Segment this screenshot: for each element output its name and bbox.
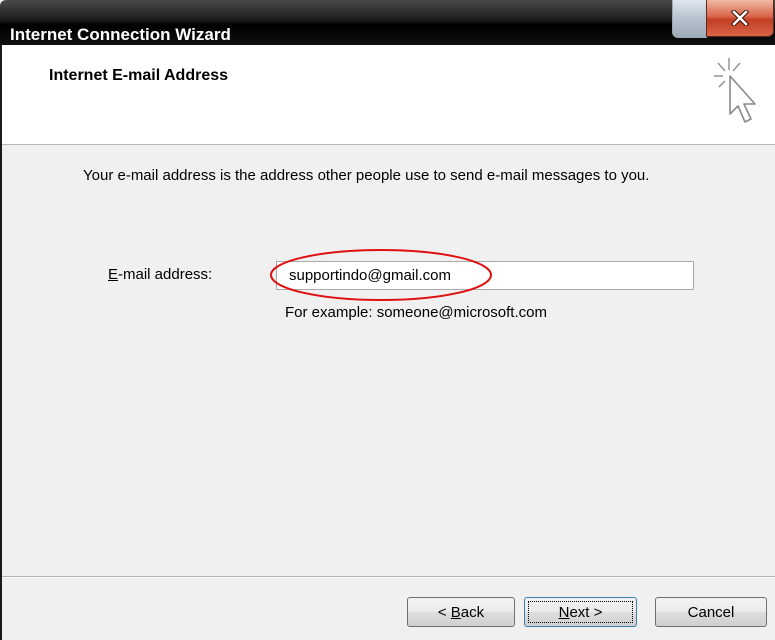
back-prefix: < bbox=[437, 603, 447, 621]
wizard-header: Internet E-mail Address bbox=[2, 45, 775, 145]
wizard-footer: < Back Next > Cancel bbox=[2, 576, 775, 640]
email-field[interactable] bbox=[276, 261, 694, 290]
cancel-button[interactable]: Cancel bbox=[655, 597, 767, 627]
back-label: ack bbox=[460, 603, 485, 621]
title-bar[interactable]: Internet Connection Wizard bbox=[0, 0, 775, 45]
back-button[interactable]: < Back bbox=[407, 597, 515, 627]
example-hint: For example: someone@microsoft.com bbox=[285, 304, 547, 321]
email-label-text: -mail address: bbox=[118, 266, 213, 283]
description-text: Your e-mail address is the address other… bbox=[83, 167, 650, 184]
page-title: Internet E-mail Address bbox=[49, 67, 229, 84]
caption-buttons bbox=[672, 0, 775, 38]
email-label: E-mail address: bbox=[108, 266, 212, 283]
email-label-accelerator: E bbox=[108, 266, 119, 283]
wizard-cursor-icon bbox=[705, 52, 769, 138]
close-icon bbox=[731, 10, 749, 26]
focus-ring bbox=[528, 601, 633, 623]
window-title: Internet Connection Wizard bbox=[10, 25, 231, 44]
wizard-window: Internet Connection Wizard Internet E-ma… bbox=[0, 0, 775, 640]
wizard-body: Your e-mail address is the address other… bbox=[2, 146, 775, 576]
close-button[interactable] bbox=[706, 0, 774, 37]
help-button[interactable] bbox=[672, 0, 707, 38]
back-accelerator: B bbox=[450, 603, 461, 621]
next-button[interactable]: Next > bbox=[524, 597, 637, 627]
